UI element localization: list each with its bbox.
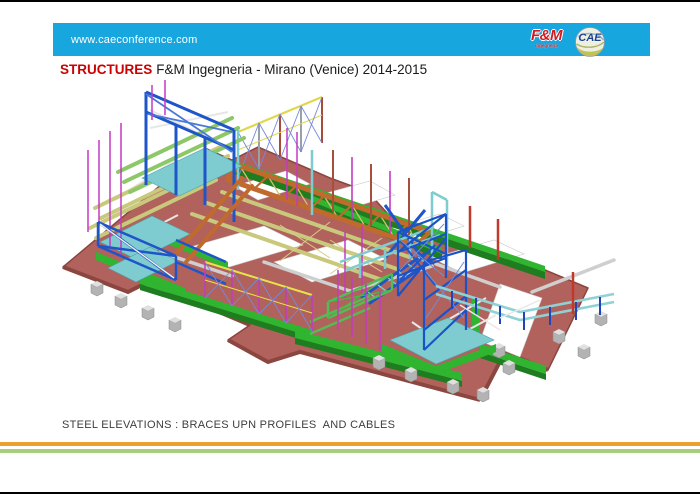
conference-url[interactable]: www.caeconference.com	[71, 34, 197, 46]
footer-stripe-green	[0, 449, 700, 453]
fm-ingegneria-logo: F&M ingegneria	[531, 28, 562, 49]
model-svg	[0, 80, 700, 415]
title-text: F&M Ingegneria - Mirano (Venice) 2014-20…	[156, 62, 427, 77]
cae-logo-text: CAE	[578, 32, 602, 44]
slide: www.caeconference.com F&M ingegneria CAE…	[0, 0, 700, 494]
cae-logo: CAE	[572, 23, 608, 59]
structural-model-3d	[0, 80, 700, 415]
header-bar: www.caeconference.com F&M ingegneria CAE	[53, 23, 650, 56]
title-keyword: STRUCTURES	[60, 62, 152, 77]
fm-logo-text: F&M	[531, 28, 562, 43]
slide-top-border	[0, 0, 700, 2]
slide-caption: STEEL ELEVATIONS : BRACES UPN PROFILES A…	[62, 419, 395, 431]
fm-logo-subtext: ingegneria	[531, 44, 562, 49]
page-title: STRUCTURES F&M Ingegneria - Mirano (Venic…	[60, 62, 427, 77]
footer-stripe-orange	[0, 442, 700, 446]
